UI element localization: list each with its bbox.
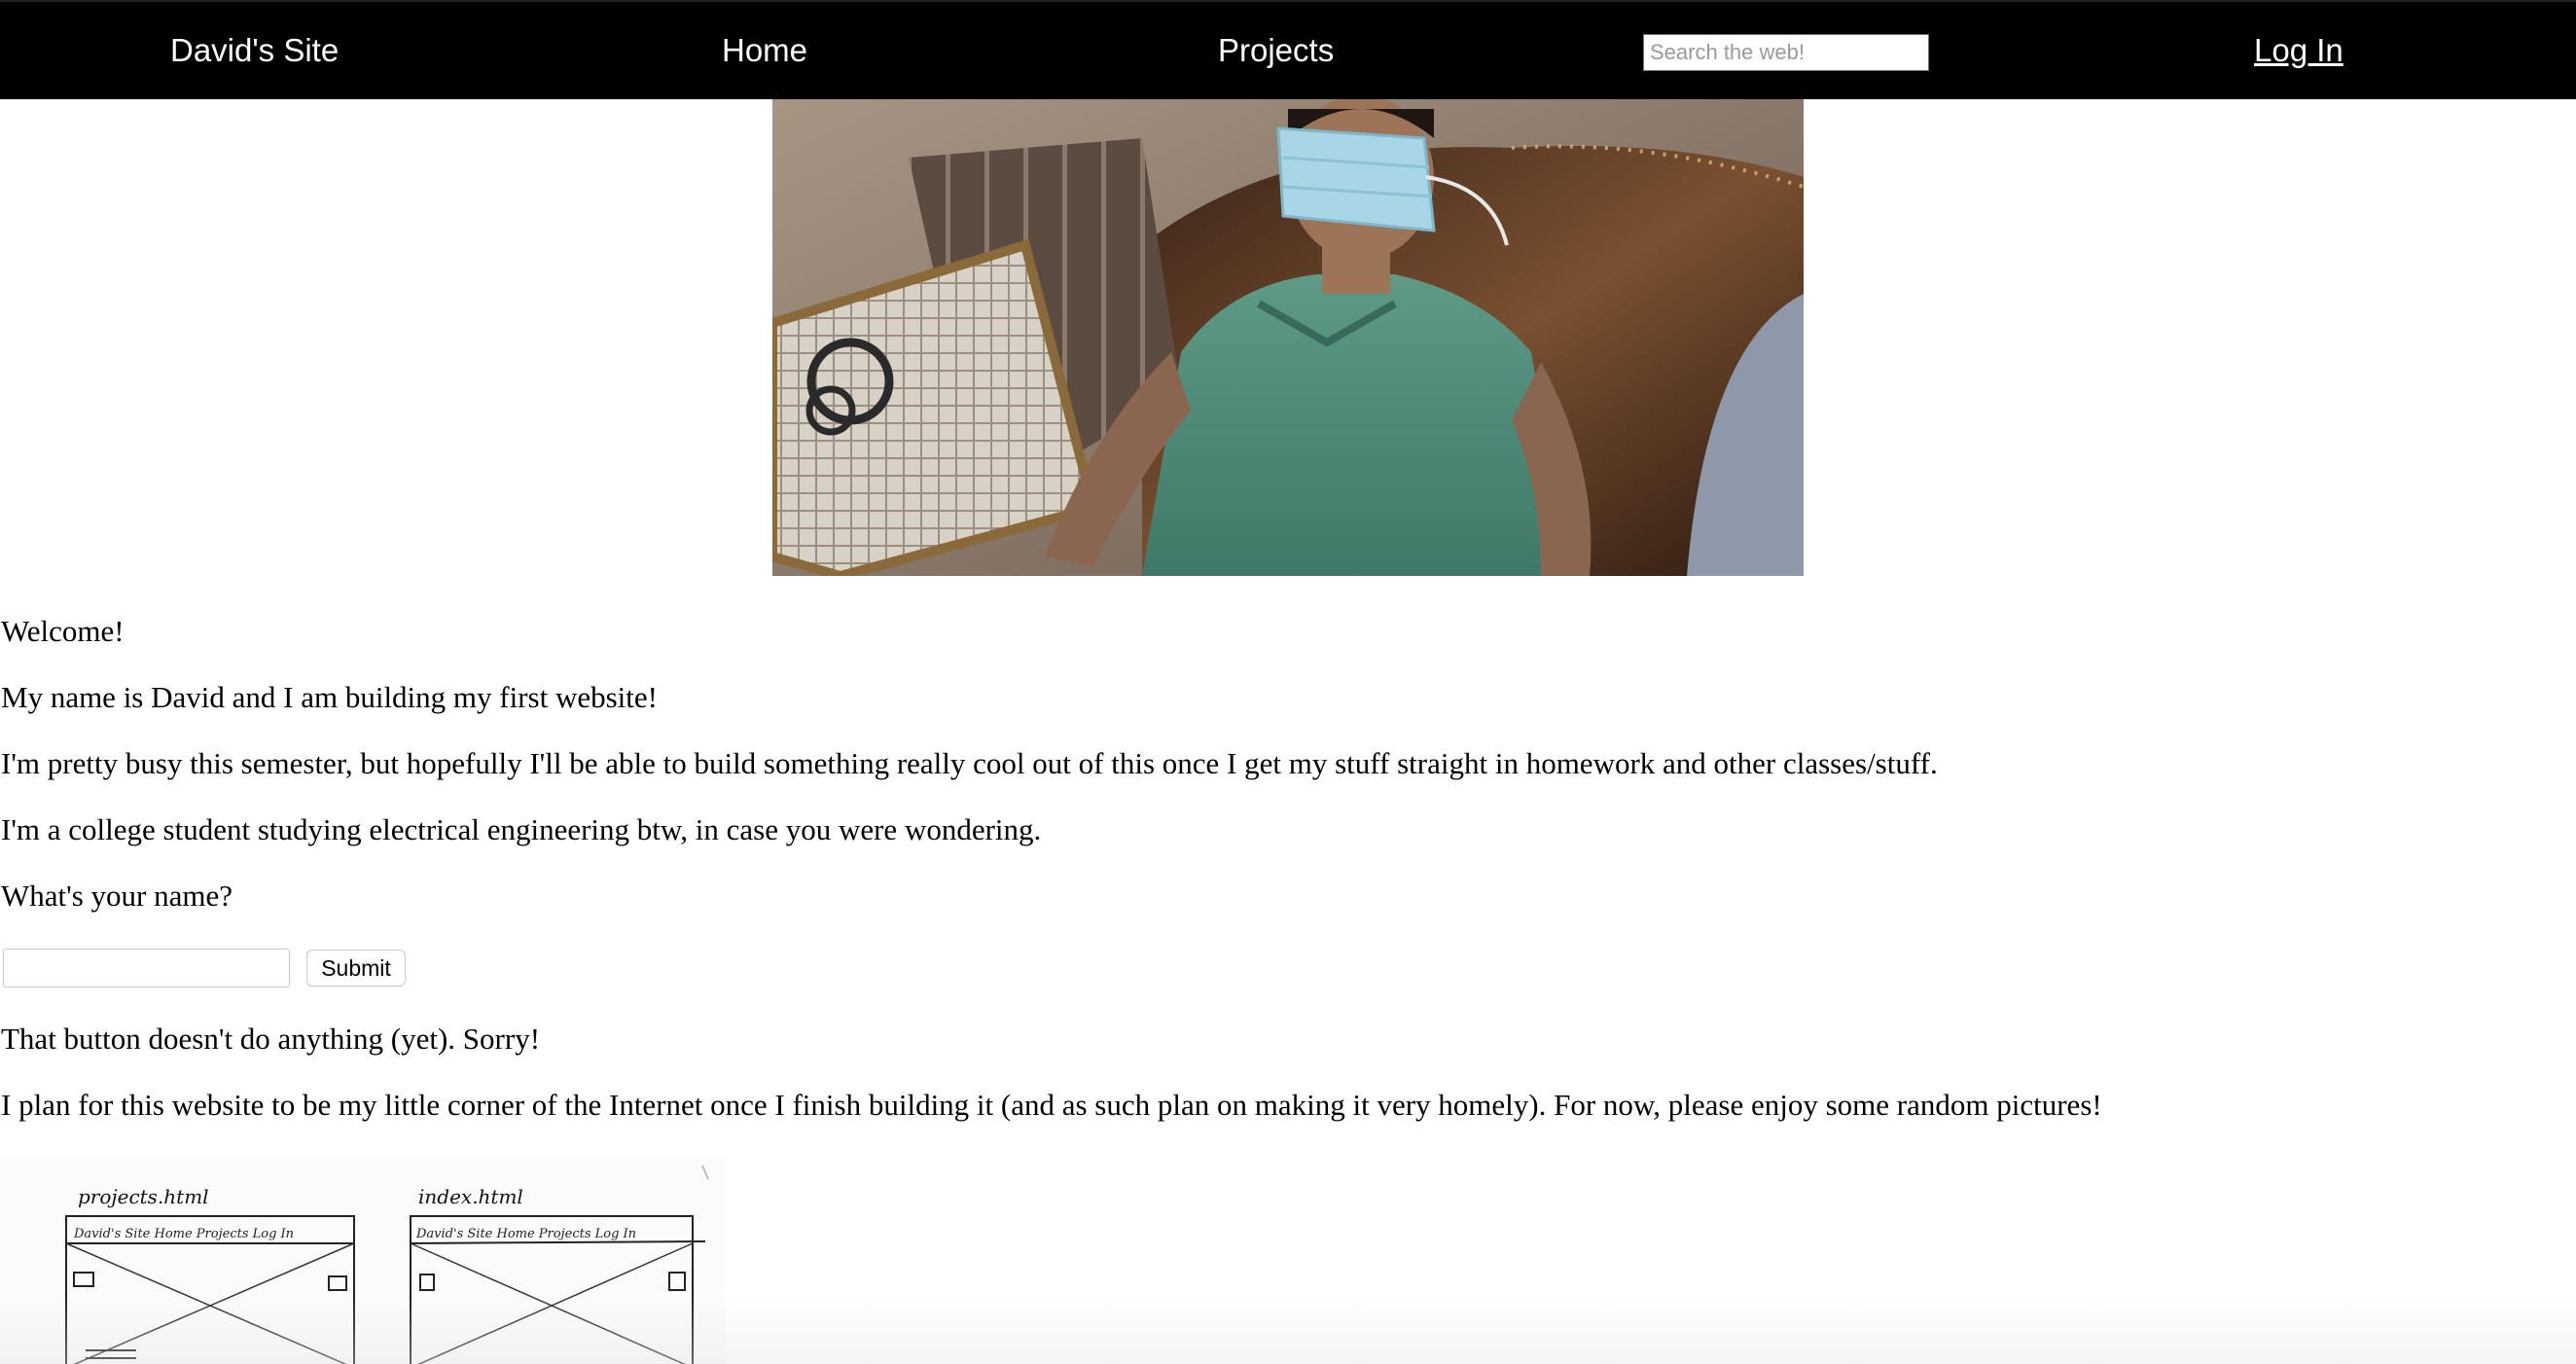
busy-text: I'm pretty busy this semester, but hopef… [1, 746, 1938, 780]
search-input[interactable] [1643, 34, 1929, 71]
wireframe-drawing-icon: David's Site Home Projects Log In David'… [65, 1165, 709, 1364]
top-navbar: David's Site Home Projects Log In [0, 0, 2576, 99]
submit-button[interactable]: Submit [306, 950, 406, 987]
student-text: I'm a college student studying electrica… [1, 812, 1042, 846]
sketch-mini-nav-left: David's Site Home Projects Log In [73, 1227, 294, 1241]
button-note-text: That button doesn't do anything (yet). S… [1, 1022, 541, 1056]
photo-person-with-mask-over-eyes-icon [772, 99, 1804, 576]
hero-photo [772, 99, 1804, 576]
name-question: What's your name? [1, 879, 233, 913]
wireframe-sketch-image: projects.html index.html David's Site Ho… [0, 1156, 725, 1364]
sketch-mini-nav-right: David's Site Home Projects Log In [415, 1227, 636, 1241]
nav-link-projects[interactable]: Projects [1218, 2, 1334, 99]
nav-link-home[interactable]: Home [722, 2, 807, 99]
login-link[interactable]: Log In [2254, 2, 2343, 99]
welcome-text: Welcome! [1, 614, 125, 648]
name-field[interactable] [3, 949, 290, 987]
site-brand-link[interactable]: David's Site [170, 2, 339, 99]
intro-text: My name is David and I am building my fi… [1, 680, 658, 714]
plan-text: I plan for this website to be my little … [1, 1088, 2102, 1122]
